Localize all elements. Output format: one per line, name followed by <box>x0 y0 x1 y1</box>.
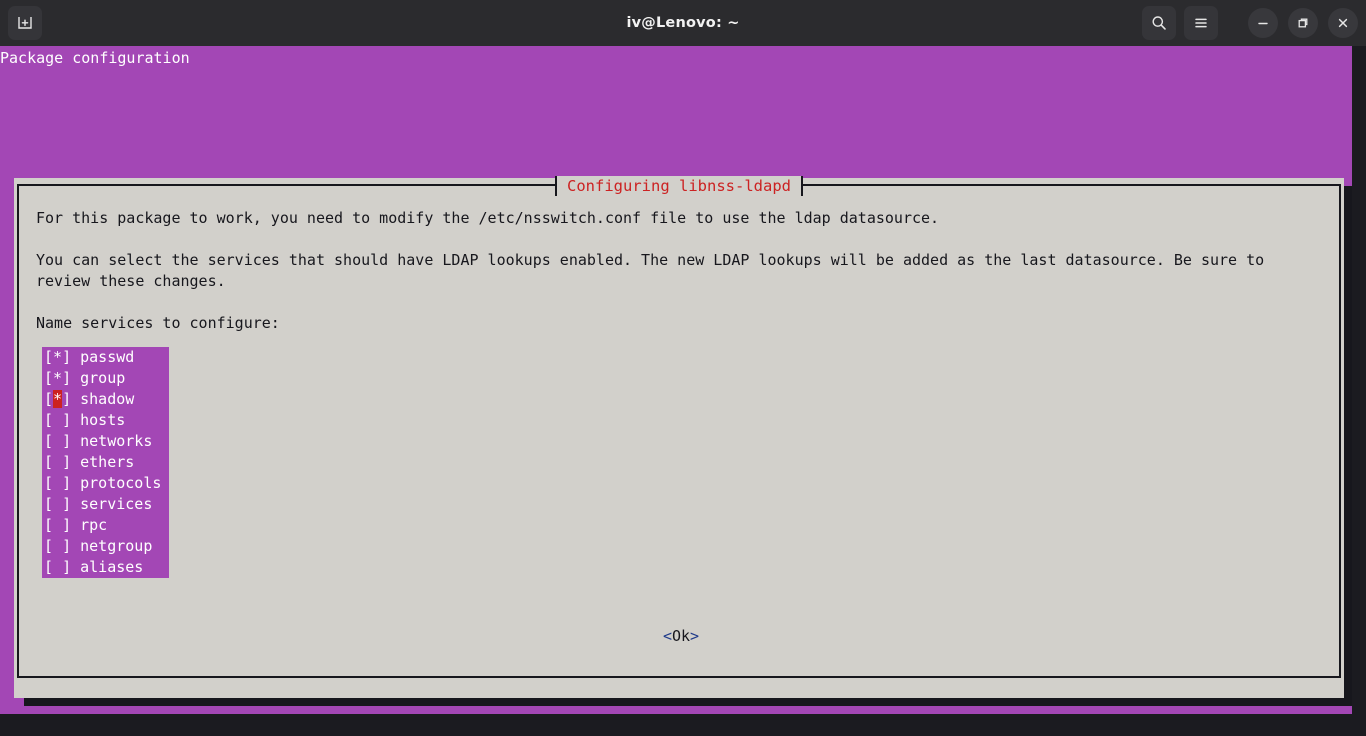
terminal-screen[interactable]: Package configuration For this package t… <box>0 46 1366 736</box>
dialog-paragraph-1: For this package to work, you need to mo… <box>36 209 940 227</box>
checklist-item-services[interactable]: [ ] services <box>42 494 169 515</box>
minimize-icon <box>1258 22 1268 25</box>
ok-button[interactable]: <Ok> <box>663 626 699 647</box>
checklist-item-label: protocols <box>71 474 162 492</box>
checkbox-mark[interactable] <box>53 432 62 450</box>
checklist-item-shadow[interactable]: [*] shadow <box>42 389 169 410</box>
name-services-checklist[interactable]: [*] passwd [*] group [*] shadow [ ] host… <box>42 347 170 578</box>
new-tab-icon <box>18 17 32 29</box>
checklist-item-label: netgroup <box>71 537 162 555</box>
checkbox-open-bracket: [ <box>44 411 54 429</box>
hamburger-menu-icon <box>1195 18 1207 28</box>
package-configuration-header: Package configuration <box>0 49 190 67</box>
ok-button-label: Ok <box>671 627 691 645</box>
checkbox-open-bracket: [ <box>44 516 54 534</box>
checkbox-close-bracket: ] <box>62 369 72 387</box>
checkbox-close-bracket: ] <box>62 390 72 408</box>
maximize-button[interactable] <box>1288 8 1318 38</box>
search-icon <box>1152 16 1166 30</box>
checkbox-close-bracket: ] <box>62 537 72 555</box>
checkbox-open-bracket: [ <box>44 474 54 492</box>
checkbox-mark[interactable] <box>53 474 62 492</box>
checkbox-mark[interactable] <box>53 537 62 555</box>
checklist-item-networks[interactable]: [ ] networks <box>42 431 169 452</box>
checklist-item-group[interactable]: [*] group <box>42 368 169 389</box>
titlebar-left-controls <box>8 6 42 40</box>
checkbox-close-bracket: ] <box>62 432 72 450</box>
titlebar-right-controls <box>1142 6 1358 40</box>
dialog-frame: For this package to work, you need to mo… <box>17 184 1341 678</box>
checkbox-mark[interactable] <box>53 516 62 534</box>
checkbox-close-bracket: ] <box>62 348 72 366</box>
maximize-restore-icon <box>1298 18 1308 28</box>
checklist-item-netgroup[interactable]: [ ] netgroup <box>42 536 169 557</box>
ok-open-bracket: < <box>662 627 672 645</box>
dialog-button-row: <Ok> <box>19 626 1343 647</box>
checklist-item-aliases[interactable]: [ ] aliases <box>42 557 169 578</box>
dialog-paragraph-2: You can select the services that should … <box>36 251 1274 290</box>
checklist-item-label: rpc <box>71 516 162 534</box>
dialog-paragraph-3: Name services to configure: <box>36 314 280 332</box>
checklist-item-label: services <box>71 495 162 513</box>
checklist-item-label: aliases <box>71 558 162 576</box>
checkbox-open-bracket: [ <box>44 348 54 366</box>
checkbox-close-bracket: ] <box>62 516 72 534</box>
terminal-window: iv@Lenovo: ~ Package configuration For t… <box>0 0 1366 736</box>
checkbox-close-bracket: ] <box>62 411 72 429</box>
new-tab-button[interactable] <box>8 6 42 40</box>
checkbox-open-bracket: [ <box>44 495 54 513</box>
minimize-button[interactable] <box>1248 8 1278 38</box>
checkbox-mark[interactable] <box>53 558 62 576</box>
checkbox-open-bracket: [ <box>44 369 54 387</box>
terminal-bottom-strip <box>0 714 1366 736</box>
configuration-dialog: For this package to work, you need to mo… <box>14 176 1344 698</box>
checkbox-mark[interactable] <box>53 411 62 429</box>
checkbox-mark[interactable] <box>53 495 62 513</box>
checklist-item-rpc[interactable]: [ ] rpc <box>42 515 169 536</box>
checkbox-open-bracket: [ <box>44 390 54 408</box>
close-icon <box>1338 18 1348 28</box>
checklist-item-label: networks <box>71 432 162 450</box>
checklist-item-label: shadow <box>71 390 162 408</box>
terminal-canvas: Package configuration For this package t… <box>0 46 1354 714</box>
checkbox-mark-focused[interactable]: * <box>53 390 63 408</box>
terminal-right-strip <box>1352 46 1366 736</box>
close-button[interactable] <box>1328 8 1358 38</box>
checklist-item-passwd[interactable]: [*] passwd <box>42 347 169 368</box>
checklist-item-label: ethers <box>71 453 162 471</box>
checkbox-close-bracket: ] <box>62 474 72 492</box>
window-titlebar: iv@Lenovo: ~ <box>0 0 1366 47</box>
checklist-item-ethers[interactable]: [ ] ethers <box>42 452 169 473</box>
checkbox-close-bracket: ] <box>62 453 72 471</box>
checklist-item-hosts[interactable]: [ ] hosts <box>42 410 169 431</box>
menu-button[interactable] <box>1184 6 1218 40</box>
checkbox-open-bracket: [ <box>44 453 54 471</box>
checkbox-close-bracket: ] <box>62 558 72 576</box>
checkbox-mark[interactable]: * <box>53 348 62 366</box>
checklist-item-label: passwd <box>71 348 162 366</box>
checklist-item-label: hosts <box>71 411 162 429</box>
checkbox-open-bracket: [ <box>44 537 54 555</box>
checklist-item-label: group <box>71 369 162 387</box>
checkbox-mark[interactable]: * <box>53 369 62 387</box>
checklist-item-protocols[interactable]: [ ] protocols <box>42 473 169 494</box>
checkbox-mark[interactable] <box>53 453 62 471</box>
checkbox-open-bracket: [ <box>44 558 54 576</box>
ok-close-bracket: > <box>690 627 700 645</box>
checkbox-open-bracket: [ <box>44 432 54 450</box>
checkbox-close-bracket: ] <box>62 495 72 513</box>
search-button[interactable] <box>1142 6 1176 40</box>
dialog-body: For this package to work, you need to mo… <box>36 208 1326 334</box>
